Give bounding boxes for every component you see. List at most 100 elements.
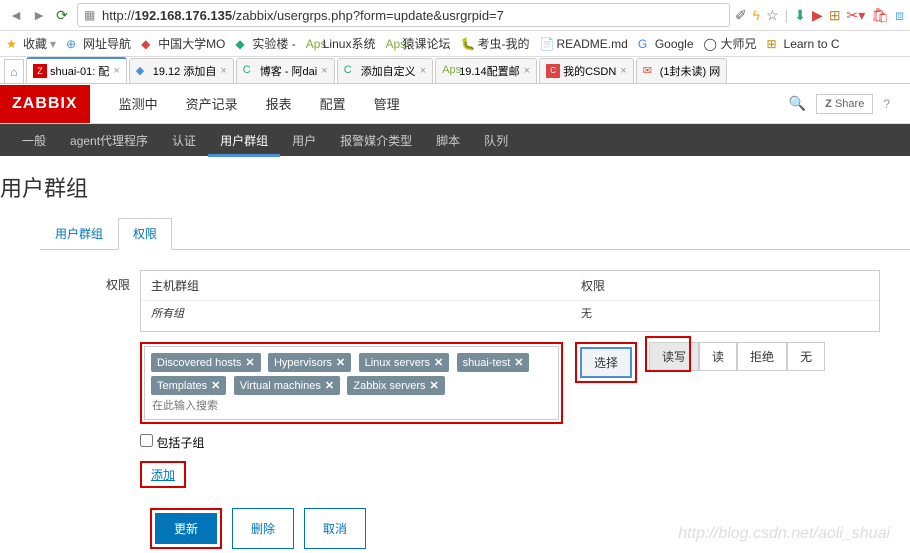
tab-bar: ⌂ Zshuai-01: 配× ◆19.12 添加自× C博客 - 阿dai× … <box>0 57 910 84</box>
shop-icon[interactable]: 🛍 <box>871 7 889 24</box>
bookmark-item[interactable]: ◯大师兄 <box>704 35 757 52</box>
tag-item[interactable]: Hypervisors✕ <box>268 353 351 372</box>
tag-item[interactable]: Zabbix servers✕ <box>347 376 444 395</box>
close-icon[interactable]: × <box>524 65 530 77</box>
tag-item[interactable]: Linux servers✕ <box>359 353 450 372</box>
bookmark-item[interactable]: 🐛考虫-我的 <box>460 35 529 52</box>
browser-tab[interactable]: ◆19.12 添加自× <box>129 58 234 83</box>
submenu-scripts[interactable]: 脚本 <box>424 124 472 157</box>
readwrite-button[interactable]: 读写 <box>649 342 699 371</box>
help-icon[interactable]: ? <box>883 97 890 111</box>
google-icon: G <box>638 37 652 51</box>
tab-usergroup[interactable]: 用户群组 <box>40 218 118 249</box>
bookmark-item[interactable]: ⊕网址导航 <box>66 35 131 52</box>
include-subgroups-checkbox[interactable] <box>140 434 153 447</box>
browser-tab[interactable]: C添加自定义× <box>337 58 433 83</box>
bookmark-item[interactable]: ⊞Learn to C <box>767 37 840 51</box>
bookmark-item[interactable]: 📄README.md <box>539 37 627 51</box>
none-button[interactable]: 无 <box>787 342 825 371</box>
deny-button[interactable]: 拒绝 <box>737 342 787 371</box>
close-icon[interactable]: × <box>420 65 426 77</box>
globe-icon: ⊕ <box>66 37 80 51</box>
menu-administration[interactable]: 管理 <box>360 82 414 125</box>
bookmark-item[interactable]: ApsLinux系统 <box>306 35 376 52</box>
bookmark-item[interactable]: GGoogle <box>638 37 694 51</box>
select-button[interactable]: 选择 <box>580 347 632 378</box>
update-button[interactable]: 更新 <box>155 513 217 544</box>
close-icon[interactable]: × <box>220 65 226 77</box>
delete-button[interactable]: 删除 <box>232 508 294 549</box>
edit-icon[interactable]: ✐ <box>735 7 747 24</box>
remove-icon[interactable]: ✕ <box>245 357 254 369</box>
hostgroup-selector[interactable]: Discovered hosts✕ Hypervisors✕ Linux ser… <box>144 346 559 420</box>
remove-icon[interactable]: ✕ <box>514 357 523 369</box>
top-menu: 监测中 资产记录 报表 配置 管理 <box>105 82 414 125</box>
menu-reports[interactable]: 报表 <box>252 82 306 125</box>
bookmark-bar: ★收藏▾ ⊕网址导航 ◆中国大学MO ◆实验楼 - ApsLinux系统 Aps… <box>0 31 910 57</box>
scissors-icon[interactable]: ✂▾ <box>847 7 866 24</box>
submenu-users[interactable]: 用户 <box>280 124 328 157</box>
menu-inventory[interactable]: 资产记录 <box>172 82 252 125</box>
zabbix-logo[interactable]: ZABBIX <box>0 85 90 123</box>
browser-tab[interactable]: C博客 - 阿dai× <box>236 58 335 83</box>
play-icon[interactable]: ▶ <box>812 7 823 24</box>
tag-item[interactable]: Virtual machines✕ <box>234 376 340 395</box>
url-box[interactable]: ▦ http://192.168.176.135/zabbix/usergrps… <box>77 3 730 27</box>
flash-icon[interactable]: ϟ <box>753 7 760 23</box>
close-icon[interactable]: × <box>321 65 327 77</box>
include-subgroups-label[interactable]: 包括子组 <box>140 436 204 450</box>
submenu-proxies[interactable]: agent代理程序 <box>58 124 160 157</box>
bookmark-item[interactable]: Aps猿课论坛 <box>385 35 450 52</box>
refresh-button[interactable]: ⟳ <box>52 5 72 25</box>
site-icon: C <box>344 64 358 78</box>
menu-configuration[interactable]: 配置 <box>306 82 360 125</box>
tag-item[interactable]: shuai-test✕ <box>457 353 530 372</box>
star-icon: ★ <box>6 37 20 51</box>
browser-tab[interactable]: ✉(1封未读) 网 <box>636 58 728 83</box>
forward-button[interactable]: ► <box>29 5 49 25</box>
submenu-mediatypes[interactable]: 报警媒介类型 <box>328 124 424 157</box>
searchbox-icon[interactable]: ⧈ <box>895 7 904 24</box>
remove-icon[interactable]: ✕ <box>434 357 443 369</box>
app-icon[interactable]: ⊞ <box>829 7 841 24</box>
submenu-auth[interactable]: 认证 <box>160 124 208 157</box>
remove-icon[interactable]: ✕ <box>211 380 220 392</box>
add-link[interactable]: 添加 <box>148 465 178 485</box>
submenu-general[interactable]: 一般 <box>10 124 58 157</box>
site-icon: 🐛 <box>460 37 474 51</box>
browser-tab[interactable]: Zshuai-01: 配× <box>26 57 127 83</box>
cancel-button[interactable]: 取消 <box>304 508 366 549</box>
home-tab[interactable]: ⌂ <box>4 59 24 83</box>
site-icon: Aps <box>306 37 320 51</box>
share-button[interactable]: Z Share <box>816 94 873 114</box>
close-icon[interactable]: × <box>620 65 626 77</box>
close-icon[interactable]: × <box>113 65 119 77</box>
remove-icon[interactable]: ✕ <box>325 380 334 392</box>
form-tabs: 用户群组 权限 <box>40 218 910 250</box>
search-icon[interactable]: 🔍 <box>789 95 806 112</box>
remove-icon[interactable]: ✕ <box>430 380 439 392</box>
remove-icon[interactable]: ✕ <box>336 357 345 369</box>
submenu-queue[interactable]: 队列 <box>472 124 520 157</box>
zabbix-header: ZABBIX 监测中 资产记录 报表 配置 管理 🔍 Z Share ? <box>0 84 910 124</box>
all-groups-label: 所有组 <box>151 305 581 321</box>
page-icon: ▦ <box>84 8 98 22</box>
github-icon: ◯ <box>704 37 718 51</box>
tab-permissions[interactable]: 权限 <box>118 218 172 250</box>
bookmark-item[interactable]: ◆实验楼 - <box>235 35 295 52</box>
star-icon[interactable]: ☆ <box>766 7 779 24</box>
download-icon[interactable]: ⬇ <box>794 7 806 24</box>
bookmark-item[interactable]: ◆中国大学MO <box>141 35 225 52</box>
favorites-button[interactable]: ★收藏▾ <box>6 35 56 52</box>
search-input[interactable] <box>149 397 554 415</box>
tag-item[interactable]: Templates✕ <box>151 376 226 395</box>
submenu-usergroups[interactable]: 用户群组 <box>208 124 280 157</box>
browser-tab[interactable]: C我的CSDN× <box>539 58 634 83</box>
menu-monitoring[interactable]: 监测中 <box>105 82 172 125</box>
read-button[interactable]: 读 <box>699 342 737 371</box>
permission-buttons: 读写 读 拒绝 无 <box>649 342 825 371</box>
site-icon: ◆ <box>136 64 150 78</box>
tag-item[interactable]: Discovered hosts✕ <box>151 353 261 372</box>
back-button[interactable]: ◄ <box>6 5 26 25</box>
browser-tab[interactable]: Aps19.14配置邮× <box>435 58 537 83</box>
